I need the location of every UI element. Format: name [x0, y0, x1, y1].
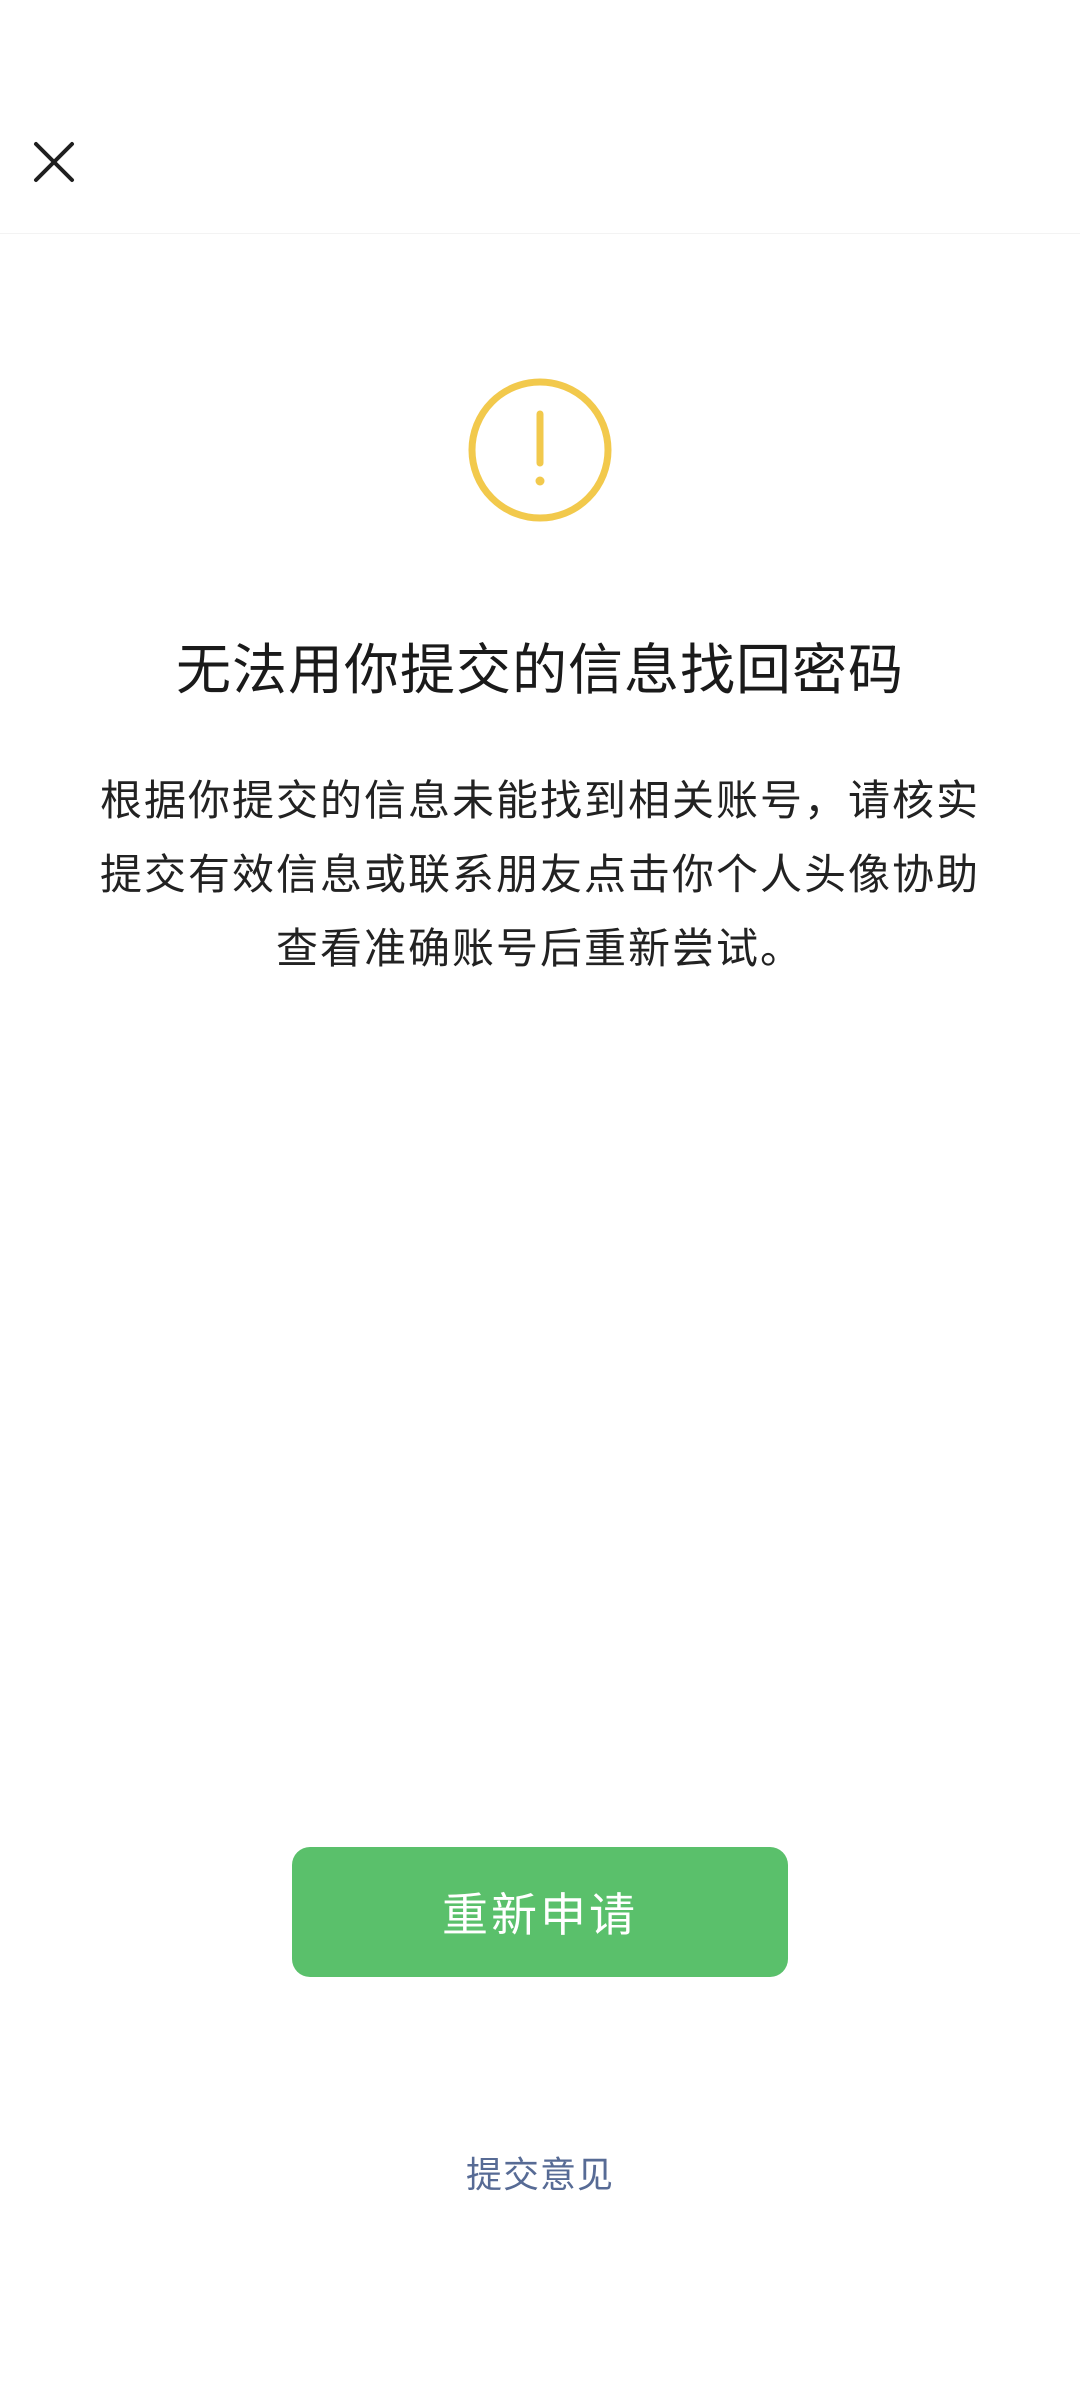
top-bar — [0, 0, 1080, 234]
page-title: 无法用你提交的信息找回密码 — [175, 638, 904, 702]
close-icon — [34, 142, 74, 182]
warning-icon — [468, 378, 612, 522]
submit-feedback-link[interactable]: 提交意见 — [340, 2145, 740, 2207]
status-description: 根据你提交的信息未能找到相关账号，请核实提交有效信息或联系朋友点击你个人头像协助… — [99, 776, 980, 973]
close-button[interactable] — [20, 128, 88, 196]
reapply-button[interactable]: 重新申请 — [292, 1847, 788, 1977]
